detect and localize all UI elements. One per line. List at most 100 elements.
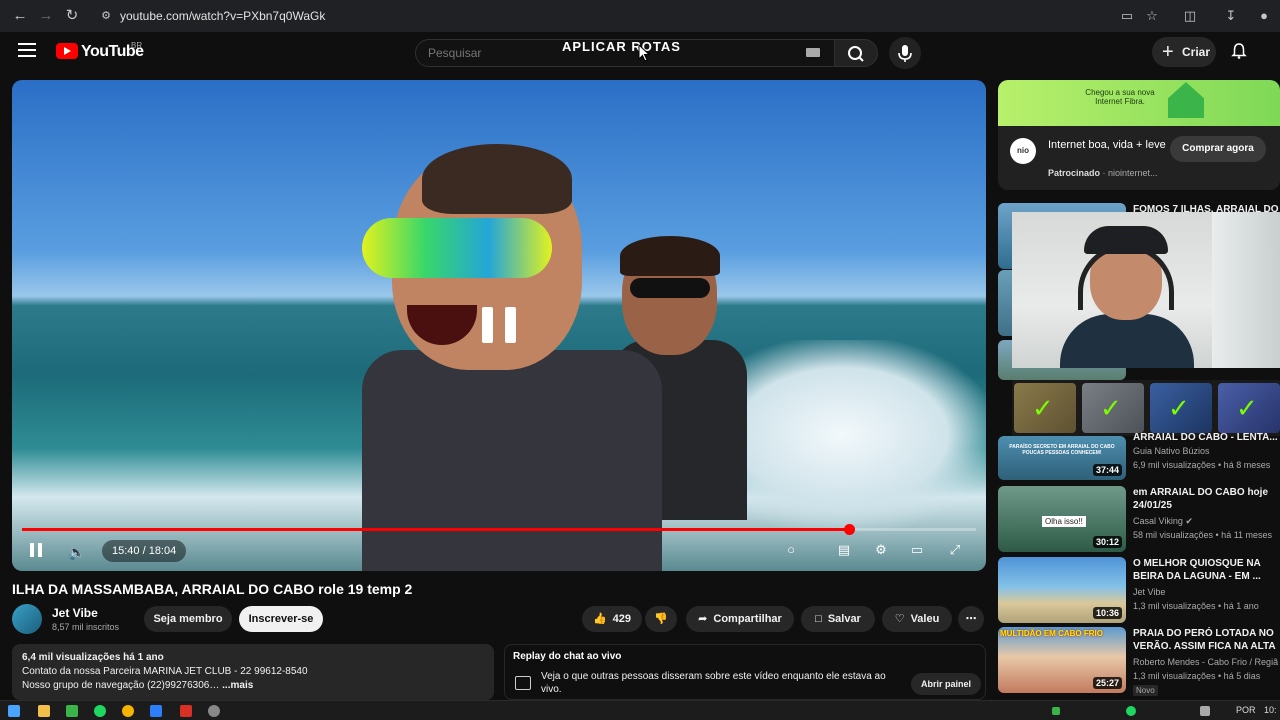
chrome-icon[interactable] [122, 705, 134, 717]
recommendation-channel[interactable]: Jet Vibe [1133, 587, 1165, 597]
hamburger-menu-icon[interactable] [18, 43, 36, 57]
app-icon[interactable] [150, 705, 162, 717]
back-icon[interactable]: ← [10, 6, 30, 26]
pause-icon[interactable] [30, 543, 44, 557]
settings-gear-icon[interactable]: ⚙ [872, 542, 890, 558]
theater-mode-icon[interactable]: ▭ [908, 542, 926, 558]
address-bar[interactable]: youtube.com/watch?v=PXbn7q0WaGk [120, 9, 325, 23]
create-button[interactable]: + Criar [1152, 37, 1216, 67]
description-stats: 6,4 mil visualizações há 1 ano [22, 652, 164, 663]
thumbnail-caption: PARAÍSO SECRETO EM ARRAIAL DO CABO POUCA… [1009, 444, 1115, 456]
spotify-icon[interactable] [94, 705, 106, 717]
channel-name[interactable]: Jet Vibe [52, 606, 98, 620]
chat-icon [515, 676, 531, 690]
recommendation-title[interactable]: em ARRAIAL DO CABO hoje 24/01/25 [1133, 486, 1280, 512]
filmstrip-frame: ✓ [1014, 383, 1076, 433]
thanks-button[interactable]: ♡ Valeu [882, 606, 952, 632]
recommendation-title[interactable]: PRAIA DO PERÓ LOTADA NO VERÃO. ASSIM FIC… [1133, 627, 1280, 653]
recommendation-title[interactable]: O MELHOR QUIOSQUE NA BEIRA DA LAGUNA - E… [1133, 557, 1280, 583]
voice-search-button[interactable] [889, 37, 921, 69]
chat-replay-title: Replay do chat ao vivo [513, 651, 622, 662]
extensions-icon[interactable]: ◫ [1181, 7, 1199, 25]
install-icon[interactable]: ▭ [1118, 7, 1136, 25]
keyboard-icon[interactable] [806, 48, 820, 57]
subscriber-count: 8,57 mil inscritos [52, 622, 120, 632]
download-icon[interactable]: ↧ [1222, 7, 1240, 25]
center-pause-icon[interactable] [482, 307, 516, 343]
open-chat-panel-button[interactable]: Abrir painel [911, 673, 982, 695]
fullscreen-icon[interactable]: ⤢ [946, 542, 964, 558]
language-indicator[interactable]: POR [1236, 705, 1256, 715]
bookmark-star-icon[interactable]: ☆ [1143, 7, 1161, 25]
recommendation-channel[interactable]: Casal Viking ✔ [1133, 516, 1193, 527]
volume-icon[interactable]: 🔈 [68, 544, 85, 561]
search-button[interactable] [834, 39, 878, 67]
forward-icon[interactable]: → [36, 6, 56, 26]
progress-bar[interactable] [22, 524, 976, 535]
dislike-button[interactable]: 👎 [645, 606, 677, 632]
youtube-logo-icon[interactable] [56, 43, 78, 59]
more-actions-button[interactable]: ⋯ [958, 606, 984, 632]
description-line-2: Nosso grupo de navegação (22)99276306… [22, 680, 220, 691]
share-button[interactable]: ➦ Compartilhar [686, 606, 794, 632]
ad-banner[interactable]: Chegou a sua nova Internet Fibra. [998, 80, 1280, 126]
share-label: Compartilhar [713, 613, 782, 625]
recommendation-meta: 1,3 mil visualizações • há 1 ano [1133, 601, 1259, 611]
volume-tray-icon[interactable] [1200, 706, 1210, 716]
overlay-filmstrip: ✓ ✓ ✓ ✓ [1012, 380, 1280, 436]
notifications-bell-icon[interactable] [1230, 42, 1248, 60]
recommendation-thumbnail[interactable]: PARAÍSO SECRETO EM ARRAIAL DO CABO POUCA… [998, 436, 1126, 480]
save-button[interactable]: □ Salvar [801, 606, 875, 632]
windows-start-icon[interactable] [8, 705, 20, 717]
progress-scrubber[interactable] [844, 524, 856, 535]
app-icon[interactable] [66, 705, 78, 717]
thumbnail-caption: Olha isso!! [1042, 516, 1086, 527]
recommendation-item[interactable]: MULTIDÃO EM CABO FRIO 25:27 PRAIA DO PER… [998, 627, 1280, 696]
recommendation-item[interactable]: PARAÍSO SECRETO EM ARRAIAL DO CABO POUCA… [998, 432, 1280, 480]
description-box[interactable]: 6,4 mil visualizações há 1 ano Contato d… [12, 644, 494, 700]
stream-overlay-title: APLICAR ROTAS [562, 39, 681, 54]
recommendation-thumbnail[interactable]: Olha isso!! 30:12 [998, 486, 1126, 552]
recommendation-channel[interactable]: Roberto Mendes - Cabo Frio / Regiã [1133, 657, 1278, 667]
app-icon[interactable] [208, 705, 220, 717]
channel-avatar[interactable] [12, 604, 42, 634]
recommendation-item[interactable]: Olha isso!! 30:12 em ARRAIAL DO CABO hoj… [998, 486, 1280, 552]
checkmark-icon: ✓ [1100, 393, 1122, 423]
save-label: Salvar [827, 613, 861, 625]
mouse-cursor-icon [638, 44, 650, 62]
advertiser-logo[interactable]: nio [1010, 138, 1036, 164]
tray-icon[interactable] [1052, 707, 1060, 715]
new-badge: Novo [1133, 685, 1158, 696]
ad-title[interactable]: Internet boa, vida + leve [1048, 138, 1178, 152]
video-player[interactable]: 🔈 15:40 / 18:04 ○ ▤ ⚙ ▭ ⤢ [12, 80, 986, 571]
file-explorer-icon[interactable] [38, 705, 50, 717]
recommendation-title[interactable]: ARRAIAL DO CABO - LENTA... [1133, 431, 1280, 444]
ad-sponsor-line: Patrocinado · niointernet... [1048, 168, 1158, 178]
recommendation-channel[interactable]: Guia Nativo Búzios [1133, 446, 1210, 456]
autoplay-toggle-icon[interactable]: ○ [782, 542, 800, 558]
recommendation-item[interactable]: 10:36 O MELHOR QUIOSQUE NA BEIRA DA LAGU… [998, 557, 1280, 623]
subscribe-button[interactable]: Inscrever-se [239, 606, 323, 632]
app-icon[interactable] [180, 705, 192, 717]
os-taskbar: POR 10: [0, 700, 1280, 720]
video-duration: 10:36 [1092, 607, 1122, 619]
reload-icon[interactable]: ↻ [62, 6, 82, 26]
tray-icon[interactable] [1126, 706, 1136, 716]
join-member-button[interactable]: Seja membro [144, 606, 232, 632]
subtitles-icon[interactable]: ▤ [835, 542, 853, 558]
super-thanks-icon: ♡ [894, 613, 905, 625]
checkmark-icon: ✓ [1168, 393, 1190, 423]
like-button[interactable]: 👍 429 [582, 606, 642, 632]
checkmark-icon: ✓ [1032, 393, 1054, 423]
profile-icon[interactable]: ● [1255, 7, 1273, 25]
site-info-icon[interactable]: ⚙ [96, 6, 116, 26]
share-icon: ➦ [698, 613, 708, 625]
recommendation-thumbnail[interactable]: 10:36 [998, 557, 1126, 623]
clock[interactable]: 10: [1264, 705, 1277, 715]
verified-icon: ✔ [1185, 516, 1193, 526]
recommendation-thumbnail[interactable]: MULTIDÃO EM CABO FRIO 25:27 [998, 627, 1126, 693]
buy-now-button[interactable]: Comprar agora [1170, 136, 1266, 162]
sponsored-ad-card[interactable]: Chegou a sua nova Internet Fibra. nio In… [998, 80, 1280, 190]
chat-replay-panel: Replay do chat ao vivo Veja o que outras… [504, 644, 986, 700]
description-more-link[interactable]: ...mais [222, 680, 253, 691]
